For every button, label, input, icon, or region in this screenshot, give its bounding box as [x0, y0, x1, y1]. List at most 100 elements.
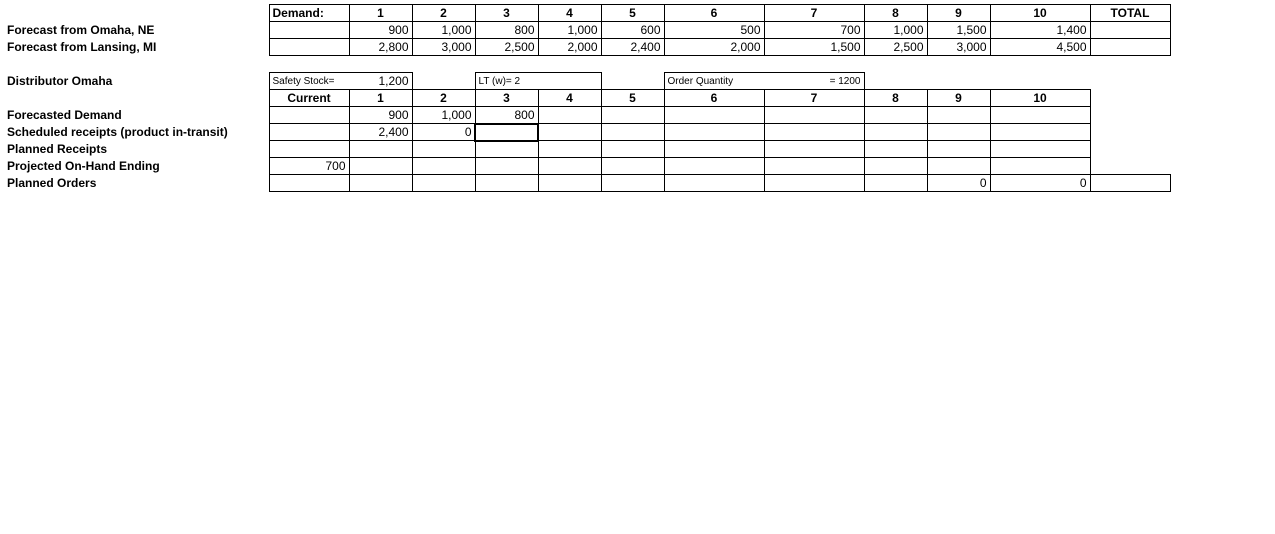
cell[interactable]: 3,000: [927, 39, 990, 56]
cell[interactable]: 1,000: [412, 22, 475, 39]
cell[interactable]: [601, 141, 664, 158]
row-label: Planned Receipts: [4, 141, 269, 158]
cell[interactable]: 2,000: [664, 39, 764, 56]
cell[interactable]: 1,500: [927, 22, 990, 39]
cell[interactable]: [764, 141, 864, 158]
cell[interactable]: [990, 141, 1090, 158]
cell[interactable]: 2,500: [864, 39, 927, 56]
cell[interactable]: 900: [349, 107, 412, 124]
cell[interactable]: [349, 158, 412, 175]
selected-cell[interactable]: [475, 124, 538, 141]
period-header: 8: [864, 90, 927, 107]
cell[interactable]: 0: [990, 175, 1090, 192]
order-qty-value[interactable]: = 1200: [764, 73, 864, 90]
cell[interactable]: 500: [664, 22, 764, 39]
cell[interactable]: [269, 107, 349, 124]
cell[interactable]: 1,000: [538, 22, 601, 39]
cell[interactable]: [538, 107, 601, 124]
cell[interactable]: [664, 175, 764, 192]
table-row: Forecasted Demand 900 1,000 800: [4, 107, 1170, 124]
lead-time[interactable]: LT (w)= 2: [475, 73, 601, 90]
cell[interactable]: [269, 175, 349, 192]
cell[interactable]: [927, 124, 990, 141]
cell-total[interactable]: [1090, 175, 1170, 192]
cell-total[interactable]: [1090, 39, 1170, 56]
cell[interactable]: 3,000: [412, 39, 475, 56]
cell[interactable]: [864, 175, 927, 192]
cell[interactable]: [990, 158, 1090, 175]
cell[interactable]: 700: [269, 158, 349, 175]
table-row: Planned Orders 0 0: [4, 175, 1170, 192]
cell[interactable]: 0: [927, 175, 990, 192]
cell[interactable]: 600: [601, 22, 664, 39]
cell[interactable]: 700: [764, 22, 864, 39]
cell[interactable]: 2,400: [349, 124, 412, 141]
cell[interactable]: [764, 124, 864, 141]
cell[interactable]: 4,500: [990, 39, 1090, 56]
cell[interactable]: 1,000: [412, 107, 475, 124]
cell[interactable]: [269, 141, 349, 158]
row-label: Projected On-Hand Ending: [4, 158, 269, 175]
cell[interactable]: [927, 107, 990, 124]
cell[interactable]: 900: [349, 22, 412, 39]
cell[interactable]: [990, 124, 1090, 141]
period-header: 4: [538, 90, 601, 107]
cell[interactable]: 2,000: [538, 39, 601, 56]
cell[interactable]: [927, 158, 990, 175]
safety-stock-value[interactable]: 1,200: [349, 73, 412, 90]
cell[interactable]: [475, 158, 538, 175]
total-header: TOTAL: [1090, 5, 1170, 22]
cell[interactable]: [664, 124, 764, 141]
cell[interactable]: [864, 124, 927, 141]
cell[interactable]: [864, 158, 927, 175]
cell[interactable]: 2,400: [601, 39, 664, 56]
cell[interactable]: [664, 107, 764, 124]
cell[interactable]: [412, 141, 475, 158]
cell[interactable]: [538, 158, 601, 175]
cell[interactable]: 800: [475, 22, 538, 39]
cell[interactable]: [475, 141, 538, 158]
cell[interactable]: [538, 175, 601, 192]
cell[interactable]: [349, 175, 412, 192]
cell[interactable]: [864, 107, 927, 124]
cell[interactable]: [601, 124, 664, 141]
cell[interactable]: [538, 141, 601, 158]
cell[interactable]: [764, 175, 864, 192]
demand-label: Demand:: [269, 5, 349, 22]
spreadsheet-table[interactable]: Demand: 1 2 3 4 5 6 7 8 9 10 TOTAL Forec…: [4, 4, 1171, 192]
cell[interactable]: 2,800: [349, 39, 412, 56]
cell[interactable]: [601, 107, 664, 124]
cell[interactable]: 1,400: [990, 22, 1090, 39]
period-header: 7: [764, 90, 864, 107]
row-label: Scheduled receipts (product in-transit): [4, 124, 269, 141]
cell[interactable]: 800: [475, 107, 538, 124]
cell-total[interactable]: [1090, 22, 1170, 39]
period-header: 3: [475, 90, 538, 107]
period-header: 7: [764, 5, 864, 22]
row-label: Forecast from Omaha, NE: [4, 22, 269, 39]
cell[interactable]: [475, 175, 538, 192]
cell[interactable]: [990, 107, 1090, 124]
cell[interactable]: [664, 141, 764, 158]
cell[interactable]: [664, 158, 764, 175]
cell[interactable]: [538, 124, 601, 141]
cell[interactable]: [412, 158, 475, 175]
cell[interactable]: [349, 141, 412, 158]
period-header: 10: [990, 5, 1090, 22]
order-qty-label: Order Quantity: [664, 73, 764, 90]
cell[interactable]: [764, 107, 864, 124]
cell[interactable]: [864, 141, 927, 158]
cell[interactable]: 2,500: [475, 39, 538, 56]
cell[interactable]: [601, 158, 664, 175]
row-label: Planned Orders: [4, 175, 269, 192]
cell[interactable]: [269, 124, 349, 141]
cell[interactable]: 0: [412, 124, 475, 141]
cell[interactable]: 1,000: [864, 22, 927, 39]
cell[interactable]: [927, 141, 990, 158]
cell[interactable]: [601, 175, 664, 192]
cell[interactable]: [764, 158, 864, 175]
period-header: 5: [601, 5, 664, 22]
period-header: 1: [349, 5, 412, 22]
cell[interactable]: 1,500: [764, 39, 864, 56]
cell[interactable]: [412, 175, 475, 192]
